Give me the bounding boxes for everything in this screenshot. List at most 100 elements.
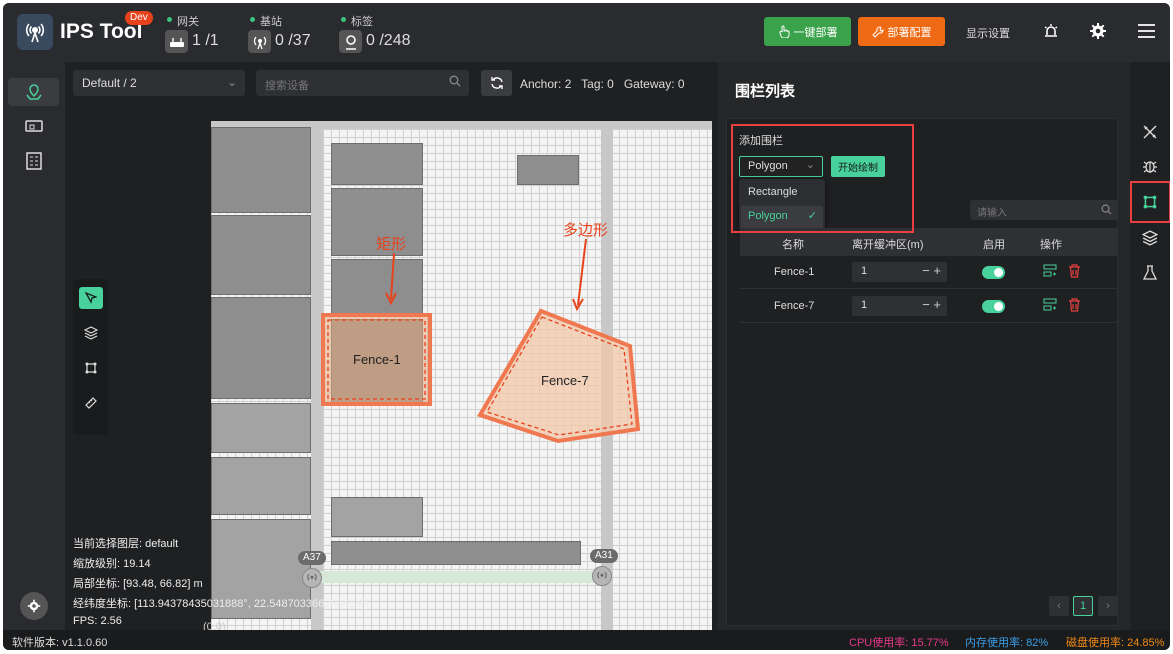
anchor-icon bbox=[307, 573, 317, 581]
menu-icon[interactable] bbox=[1136, 21, 1156, 41]
table-row: Fence-1 1 − + bbox=[740, 256, 1118, 289]
flask-icon[interactable] bbox=[1140, 263, 1160, 283]
hand-pointer-icon bbox=[778, 25, 789, 38]
info-fps: FPS: 2.56 bbox=[73, 615, 122, 627]
fence-1-label: Fence-1 bbox=[353, 352, 401, 367]
layers-tool-button[interactable] bbox=[79, 322, 103, 344]
buffer-input[interactable]: 1 − + bbox=[852, 296, 947, 316]
search-icon bbox=[449, 75, 461, 87]
top-bar: IPS Tool Dev 网关 1 /1 基站 0 /37 标签 0 /248 … bbox=[3, 3, 1170, 62]
prev-page-button[interactable]: ‹ bbox=[1049, 596, 1069, 616]
fence-name: Fence-7 bbox=[774, 300, 815, 312]
panel-title: 围栏列表 bbox=[735, 83, 796, 100]
deploy-label: 一键部署 bbox=[793, 26, 838, 39]
delete-icon[interactable] bbox=[1066, 263, 1082, 279]
building-icon bbox=[25, 152, 42, 170]
nav-map[interactable] bbox=[8, 78, 59, 106]
info-zoom: 缩放级别: 19.14 bbox=[73, 558, 151, 570]
annotation-rectangle: 矩形 bbox=[376, 236, 407, 253]
anchor-label-a37: A37 bbox=[298, 551, 326, 565]
annotation-arrow-poly bbox=[577, 238, 587, 306]
fence-search-input[interactable]: 请输入 bbox=[970, 200, 1118, 220]
cursor-icon bbox=[85, 292, 97, 304]
fence-overlay bbox=[321, 238, 641, 444]
disk-usage: 磁盘使用率: 24.85% bbox=[1066, 637, 1165, 649]
buffer-value: 1 bbox=[861, 265, 868, 277]
tools-icon[interactable] bbox=[1140, 122, 1160, 142]
table-row: Fence-7 1 − + bbox=[740, 290, 1118, 323]
nav-devices[interactable] bbox=[8, 113, 59, 141]
app-window: IPS Tool Dev 网关 1 /1 基站 0 /37 标签 0 /248 … bbox=[3, 3, 1170, 650]
layers-icon[interactable] bbox=[1140, 228, 1160, 248]
col-name: 名称 bbox=[782, 239, 804, 251]
gear-icon bbox=[27, 599, 41, 613]
debug-icon[interactable] bbox=[1140, 156, 1160, 176]
layer-select[interactable]: Default / 2 ⌄ bbox=[73, 70, 245, 96]
enable-toggle[interactable] bbox=[982, 266, 1005, 279]
anchor-marker-a37[interactable] bbox=[302, 568, 322, 588]
search-icon bbox=[1101, 204, 1112, 215]
select-tool-button[interactable] bbox=[79, 287, 103, 309]
status-bar: 软件版本: v1.1.0.60 CPU使用率: 15.77% 内存使用率: 82… bbox=[3, 630, 1170, 650]
map-area[interactable]: Fence-1 Fence-7 矩形 多边形 A37 A31 当前选择图层: d… bbox=[65, 102, 718, 630]
wrench-icon bbox=[871, 26, 883, 38]
device-search-input[interactable]: 搜索设备 bbox=[256, 70, 469, 96]
floor-plan[interactable]: Fence-1 Fence-7 矩形 多边形 A37 A31 bbox=[211, 121, 712, 630]
display-settings-button[interactable]: 显示设置 bbox=[966, 25, 1010, 41]
device-counts: Anchor: 2 Tag: 0 Gateway: 0 bbox=[520, 77, 685, 91]
memory-usage: 内存使用率: 82% bbox=[965, 637, 1049, 649]
info-geo-coords: 经纬度坐标: [113.94378435031888°, 22.54870336… bbox=[73, 598, 369, 610]
alarm-icon[interactable] bbox=[1041, 21, 1061, 41]
anchor-stat: 基站 0 /37 bbox=[248, 13, 311, 53]
fence-tool-button[interactable] bbox=[79, 357, 103, 379]
edit-icon[interactable] bbox=[1042, 263, 1058, 279]
map-toolbar: Default / 2 ⌄ 搜索设备 Anchor: 2 Tag: 0 Gate… bbox=[65, 62, 718, 102]
anchor-label-a31: A31 bbox=[590, 549, 618, 563]
edit-icon[interactable] bbox=[1042, 297, 1058, 313]
layer-select-value: Default / 2 bbox=[82, 76, 137, 90]
map-tools bbox=[73, 279, 108, 435]
ruler-icon bbox=[85, 397, 97, 409]
fence-icon bbox=[85, 362, 97, 374]
highlight-box-add-fence bbox=[731, 124, 914, 233]
nav-building[interactable] bbox=[8, 147, 59, 175]
left-nav bbox=[3, 62, 65, 630]
fence-panel: 围栏列表 添加围栏 Polygon ⌄ 开始绘制 Rectangle Polyg… bbox=[718, 62, 1148, 630]
stepper-controls[interactable]: − + bbox=[922, 297, 941, 312]
delete-icon[interactable] bbox=[1066, 297, 1082, 313]
right-toolstrip bbox=[1130, 62, 1170, 630]
highlight-box-fence-tab bbox=[1130, 181, 1170, 223]
page-1-button[interactable]: 1 bbox=[1073, 596, 1093, 616]
refresh-icon bbox=[490, 77, 503, 89]
measure-tool-button[interactable] bbox=[79, 392, 103, 414]
tag-stat: 标签 0 /248 bbox=[339, 13, 410, 53]
col-buffer: 离开缓冲区(m) bbox=[852, 239, 924, 251]
enable-toggle[interactable] bbox=[982, 300, 1005, 313]
tag-stat-value: 0 /248 bbox=[366, 32, 411, 49]
one-click-deploy-button[interactable]: 一键部署 bbox=[764, 17, 851, 46]
gear-icon[interactable] bbox=[1088, 21, 1108, 41]
stepper-controls[interactable]: − + bbox=[922, 263, 941, 278]
anchor-stat-label: 基站 bbox=[248, 13, 282, 29]
refresh-button[interactable] bbox=[481, 70, 512, 96]
col-enabled: 启用 bbox=[983, 239, 1005, 251]
next-page-button[interactable]: › bbox=[1098, 596, 1118, 616]
gateway-stat: 网关 1 /1 bbox=[165, 13, 219, 53]
dev-badge: Dev bbox=[125, 11, 153, 25]
deploy-config-button[interactable]: 部署配置 bbox=[858, 17, 945, 46]
tag-icon bbox=[339, 30, 362, 53]
buffer-value: 1 bbox=[861, 299, 868, 311]
buffer-input[interactable]: 1 − + bbox=[852, 262, 947, 282]
cpu-usage: CPU使用率: 15.77% bbox=[849, 637, 949, 649]
anchor-icon bbox=[597, 571, 607, 579]
info-local-coords: 局部坐标: [93.48, 66.82] m bbox=[73, 578, 203, 590]
chevron-down-icon: ⌄ bbox=[226, 75, 237, 89]
anchor-marker-a31[interactable] bbox=[592, 566, 612, 586]
map-pin-icon bbox=[25, 84, 42, 100]
device-search-placeholder: 搜索设备 bbox=[265, 80, 309, 92]
fence-name: Fence-1 bbox=[774, 266, 815, 278]
settings-button[interactable] bbox=[20, 592, 48, 620]
app-logo-icon bbox=[17, 14, 53, 50]
fence-search-placeholder: 请输入 bbox=[977, 208, 1007, 219]
devices-icon bbox=[24, 120, 43, 132]
